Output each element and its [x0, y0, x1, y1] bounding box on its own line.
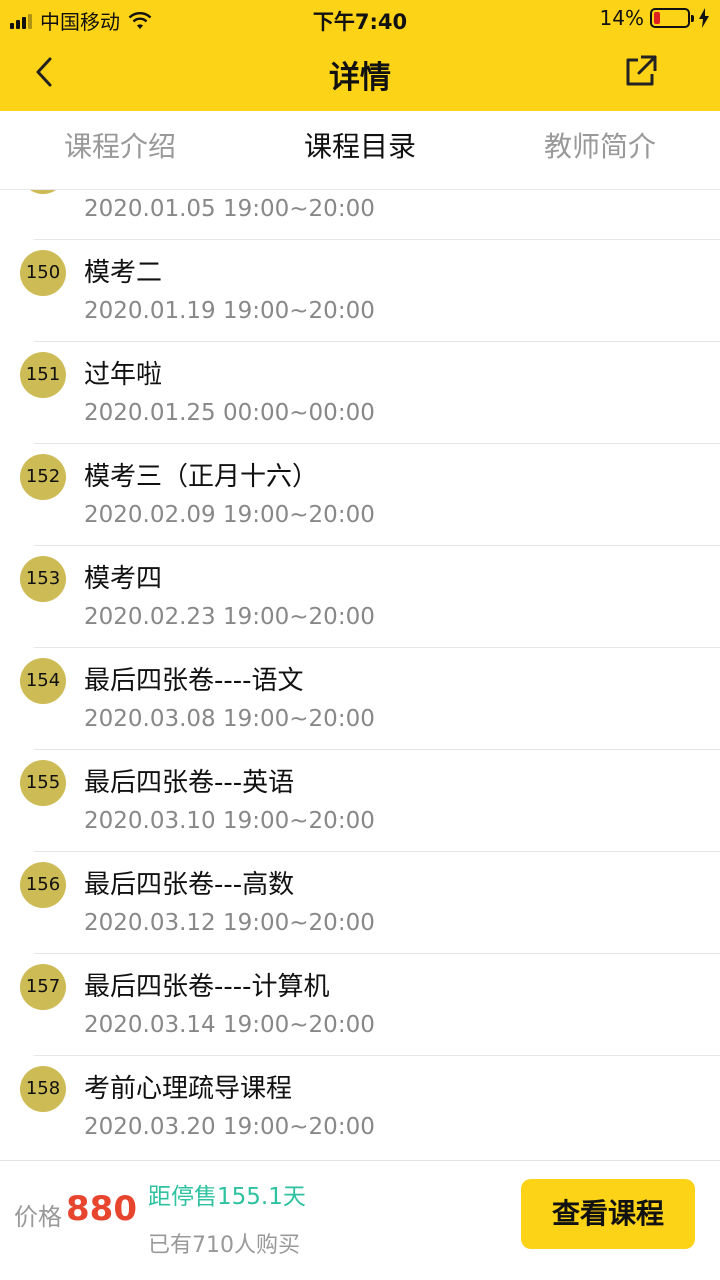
sale-countdown: 距停售155.1天 [148, 1184, 306, 1210]
lesson-time: 2020.01.25 00:00~00:00 [84, 400, 375, 426]
top-bar: 中国移动 下午7:40 14% 详情 [0, 0, 720, 111]
lesson-time: 2020.03.20 19:00~20:00 [84, 1114, 375, 1140]
lesson-number-badge: 157 [20, 964, 66, 1010]
list-item[interactable]: 155 最后四张卷---英语 2020.03.10 19:00~20:00 [0, 750, 720, 852]
battery-icon [650, 8, 694, 28]
lesson-title: 最后四张卷---高数 [84, 870, 295, 900]
lesson-title: 最后四张卷----计算机 [84, 972, 330, 1002]
share-icon [626, 55, 657, 86]
price-value: 880 [66, 1189, 137, 1229]
lesson-number-badge: 156 [20, 862, 66, 908]
lesson-number-badge: 154 [20, 658, 66, 704]
lesson-list: 149 2020.01.05 19:00~20:00 150 模考二 2020.… [0, 190, 720, 1160]
page-title: 详情 [329, 60, 391, 96]
lesson-number-badge: 155 [20, 760, 66, 806]
lesson-number-badge: 149 [20, 190, 66, 194]
lesson-title: 过年啦 [84, 360, 163, 390]
tab-bar: 课程介绍 课程目录 教师简介 [0, 111, 720, 190]
list-item[interactable]: 152 模考三（正月十六） 2020.02.09 19:00~20:00 [0, 444, 720, 546]
price-label: 价格 [14, 1203, 62, 1231]
share-button[interactable] [620, 52, 660, 92]
lesson-title: 最后四张卷----语文 [84, 666, 304, 696]
list-item[interactable]: 158 考前心理疏导课程 2020.03.20 19:00~20:00 [0, 1056, 720, 1158]
charging-icon [699, 8, 709, 28]
view-course-button[interactable]: 查看课程 [521, 1179, 695, 1249]
lesson-title: 最后四张卷---英语 [84, 768, 295, 798]
lesson-time: 2020.02.09 19:00~20:00 [84, 502, 375, 528]
tab-course-catalog[interactable]: 课程目录 [240, 111, 480, 190]
lesson-number-badge: 150 [20, 250, 66, 296]
lesson-title: 模考四 [84, 564, 163, 594]
lesson-title: 模考三（正月十六） [84, 462, 319, 492]
list-item[interactable]: 156 最后四张卷---高数 2020.03.12 19:00~20:00 [0, 852, 720, 954]
lesson-number-badge: 151 [20, 352, 66, 398]
lesson-time: 2020.02.23 19:00~20:00 [84, 604, 375, 630]
lesson-title: 模考二 [84, 258, 163, 288]
battery-percent: 14% [599, 6, 644, 30]
lesson-time: 2020.01.05 19:00~20:00 [84, 196, 375, 222]
lesson-number-badge: 152 [20, 454, 66, 500]
tab-teacher-intro[interactable]: 教师简介 [480, 111, 720, 190]
list-item[interactable]: 151 过年啦 2020.01.25 00:00~00:00 [0, 342, 720, 444]
lesson-number-badge: 158 [20, 1066, 66, 1112]
list-item[interactable]: 150 模考二 2020.01.19 19:00~20:00 [0, 240, 720, 342]
lesson-time: 2020.03.10 19:00~20:00 [84, 808, 375, 834]
buyer-count: 已有710人购买 [148, 1233, 300, 1258]
list-item[interactable]: 154 最后四张卷----语文 2020.03.08 19:00~20:00 [0, 648, 720, 750]
list-item[interactable]: 149 2020.01.05 19:00~20:00 [0, 190, 720, 240]
lesson-time: 2020.03.12 19:00~20:00 [84, 910, 375, 936]
list-item[interactable]: 157 最后四张卷----计算机 2020.03.14 19:00~20:00 [0, 954, 720, 1056]
lesson-time: 2020.01.19 19:00~20:00 [84, 298, 375, 324]
lesson-time: 2020.03.08 19:00~20:00 [84, 706, 375, 732]
lesson-title: 考前心理疏导课程 [84, 1074, 293, 1104]
purchase-bar: 价格 880 距停售155.1天 已有710人购买 查看课程 [0, 1160, 720, 1280]
lesson-number-badge: 153 [20, 556, 66, 602]
tab-course-intro[interactable]: 课程介绍 [0, 111, 240, 190]
lesson-time: 2020.03.14 19:00~20:00 [84, 1012, 375, 1038]
status-bar: 中国移动 下午7:40 14% [0, 0, 720, 36]
list-item[interactable]: 153 模考四 2020.02.23 19:00~20:00 [0, 546, 720, 648]
